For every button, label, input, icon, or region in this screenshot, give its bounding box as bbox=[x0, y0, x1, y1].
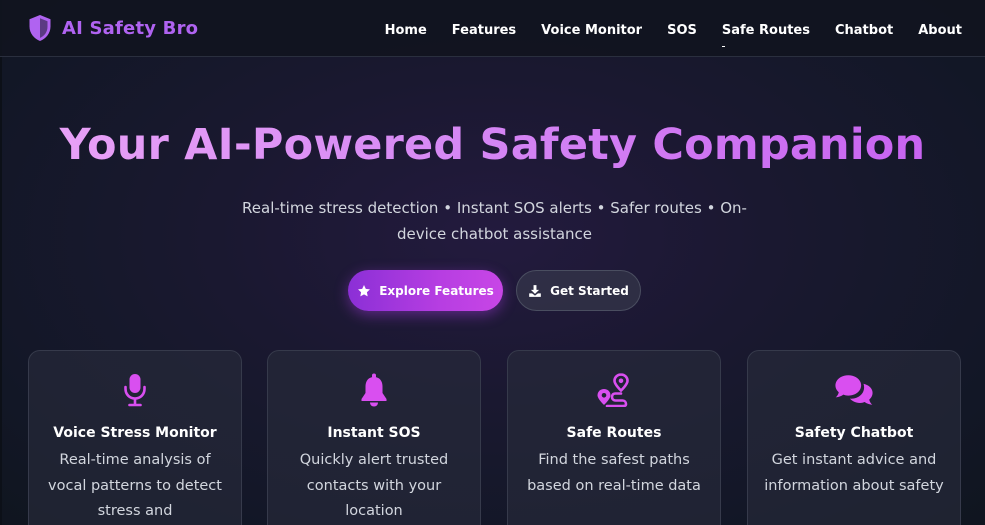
brand-logo-link[interactable]: AI Safety Bro bbox=[28, 14, 198, 42]
shield-icon bbox=[29, 15, 51, 41]
card-description: Quickly alert trusted contacts with your… bbox=[299, 452, 449, 519]
brand-name: AI Safety Bro bbox=[62, 17, 199, 39]
nav-sos[interactable]: SOS bbox=[667, 23, 697, 38]
card-title: Instant SOS bbox=[327, 425, 421, 441]
nav-features[interactable]: Features bbox=[452, 23, 516, 38]
card-title: Voice Stress Monitor bbox=[53, 425, 217, 441]
card-title: Safety Chatbot bbox=[794, 425, 914, 441]
explore-features-label: Explore Features bbox=[379, 283, 494, 298]
feature-card-safe-routes[interactable]: Safe Routes Find the safest paths based … bbox=[507, 350, 721, 525]
hero-title: Your AI-Powered Safety Companion bbox=[0, 120, 985, 170]
hero-subtitle: Real-time stress detection • Instant SOS… bbox=[242, 199, 747, 243]
chat-bubbles-icon bbox=[835, 375, 873, 405]
nav-home[interactable]: Home bbox=[385, 23, 427, 38]
navbar: AI Safety Bro Home Features Voice Monito… bbox=[0, 0, 985, 57]
feature-card-safety-chatbot[interactable]: Safety Chatbot Get instant advice and in… bbox=[747, 350, 961, 525]
nav-safe-routes[interactable]: Safe Routes bbox=[722, 23, 810, 38]
nav-voice-monitor[interactable]: Voice Monitor bbox=[541, 23, 642, 38]
card-description: Real-time analysis of vocal patterns to … bbox=[48, 452, 222, 519]
explore-features-button[interactable]: Explore Features bbox=[348, 270, 503, 311]
window-edge bbox=[0, 0, 2, 525]
feature-card-instant-sos[interactable]: Instant SOS Quickly alert trusted contac… bbox=[267, 350, 481, 525]
get-started-label: Get Started bbox=[550, 283, 629, 298]
nav-about[interactable]: About bbox=[918, 23, 962, 38]
card-description: Find the safest paths based on real-time… bbox=[527, 452, 701, 494]
route-icon bbox=[597, 373, 629, 407]
download-icon bbox=[529, 284, 541, 297]
feature-card-voice-stress[interactable]: Voice Stress Monitor Real-time analysis … bbox=[28, 350, 242, 525]
nav-chatbot[interactable]: Chatbot bbox=[835, 23, 893, 38]
nav-menu: Home Features Voice Monitor SOS Safe Rou… bbox=[385, 19, 962, 38]
get-started-button[interactable]: Get Started bbox=[516, 270, 641, 311]
bell-icon bbox=[361, 373, 387, 407]
card-title: Safe Routes bbox=[566, 425, 662, 441]
card-description: Get instant advice and information about… bbox=[764, 452, 944, 494]
microphone-icon bbox=[124, 374, 146, 407]
star-icon bbox=[358, 284, 371, 296]
